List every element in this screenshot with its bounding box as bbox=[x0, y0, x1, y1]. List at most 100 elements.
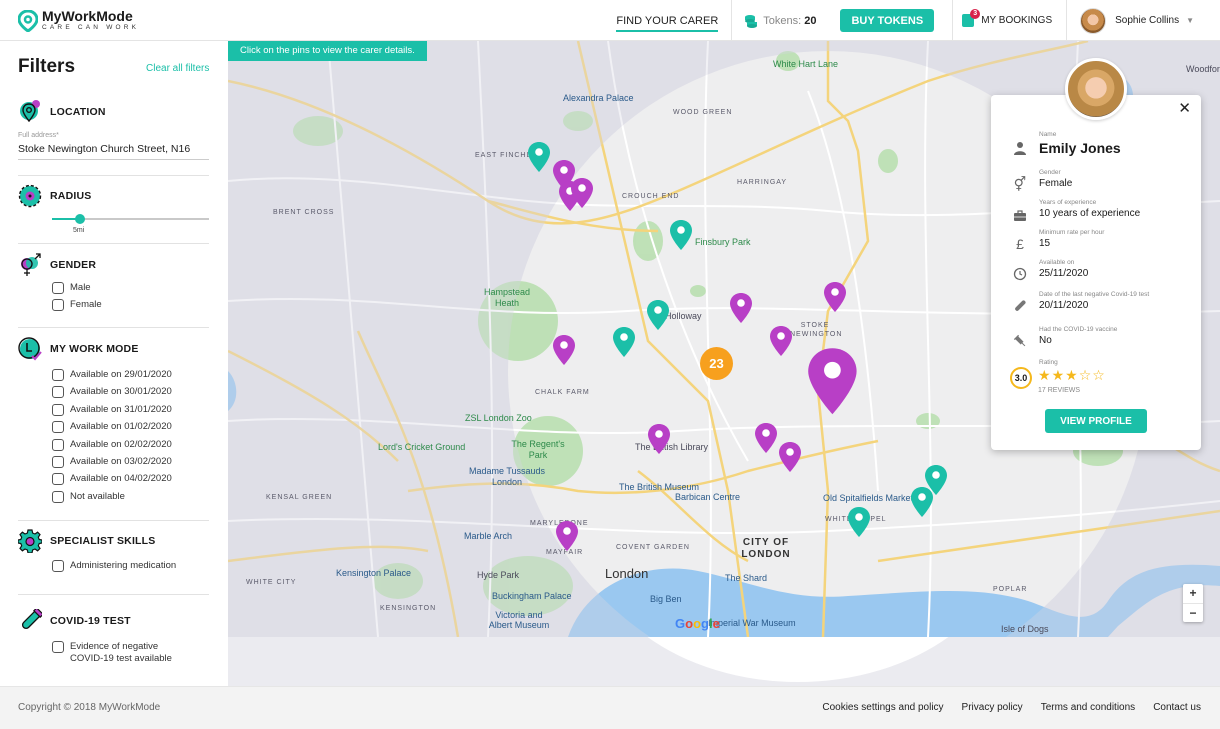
map-label: CROUCH END bbox=[622, 193, 680, 200]
carer-pin-teal[interactable] bbox=[612, 326, 636, 358]
radius-slider[interactable] bbox=[52, 214, 209, 224]
user-avatar bbox=[1080, 7, 1107, 34]
star-filled-icon: ★ bbox=[1051, 367, 1066, 383]
briefcase-icon bbox=[1014, 210, 1026, 221]
carer-pin-purple[interactable] bbox=[823, 281, 847, 313]
divider bbox=[18, 594, 209, 595]
pin-cluster[interactable]: 23 bbox=[700, 347, 733, 380]
gender-title: GENDER bbox=[50, 259, 97, 271]
map-label: Marble Arch bbox=[464, 531, 513, 541]
carer-pin-purple[interactable] bbox=[570, 177, 594, 209]
nav-my-bookings[interactable]: 3 MY BOOKINGS bbox=[953, 9, 1066, 27]
checkbox[interactable] bbox=[52, 282, 64, 294]
map-label: Isle of Dogs bbox=[1001, 624, 1049, 634]
covid-option-negative-test[interactable]: Evidence of negative COVID-19 test availa… bbox=[52, 641, 209, 665]
map-label: London bbox=[605, 566, 649, 581]
user-menu[interactable]: Sophie Collins ▼ bbox=[1067, 7, 1220, 34]
carer-pin-teal[interactable] bbox=[669, 219, 693, 251]
map-label: The British Museum bbox=[619, 482, 700, 492]
carer-pin-purple[interactable] bbox=[729, 292, 753, 324]
work-mode-option[interactable]: Available on 04/02/2020 bbox=[52, 473, 209, 490]
map-hint-banner: Click on the pins to view the carer deta… bbox=[228, 41, 427, 61]
gear-icon bbox=[18, 529, 42, 553]
gender-icon bbox=[21, 253, 41, 276]
carer-pin-teal[interactable] bbox=[646, 299, 670, 331]
checkbox[interactable] bbox=[52, 560, 64, 572]
bookings-badge: 3 bbox=[970, 9, 981, 19]
divider bbox=[18, 520, 209, 521]
logo-pin-icon bbox=[18, 9, 38, 32]
google-logo: Google bbox=[675, 616, 720, 631]
checkbox[interactable] bbox=[52, 421, 64, 434]
checkbox[interactable] bbox=[52, 455, 64, 468]
checkbox[interactable] bbox=[52, 299, 64, 312]
checkbox[interactable] bbox=[52, 403, 64, 416]
map-label: White Hart Lane bbox=[773, 59, 839, 69]
view-profile-button[interactable]: VIEW PROFILE bbox=[1045, 409, 1147, 433]
work-mode-option[interactable]: Available on 31/01/2020 bbox=[52, 403, 209, 421]
user-name: Sophie Collins bbox=[1115, 15, 1180, 26]
gender-option-male[interactable]: Male bbox=[52, 282, 209, 299]
carer-pin-purple[interactable] bbox=[778, 441, 802, 473]
divider bbox=[18, 175, 209, 176]
person-icon bbox=[1014, 142, 1026, 155]
footer-link-cookies[interactable]: Cookies settings and policy bbox=[822, 702, 943, 713]
filters-title: Filters bbox=[18, 56, 76, 77]
footer-link-privacy[interactable]: Privacy policy bbox=[962, 702, 1023, 713]
carer-pin-purple[interactable] bbox=[555, 520, 579, 552]
work-mode-option[interactable]: Available on 02/02/2020 bbox=[52, 438, 209, 456]
test-tube-icon bbox=[1015, 300, 1026, 311]
carer-pin-teal[interactable] bbox=[910, 486, 934, 518]
carer-pin-teal[interactable] bbox=[847, 506, 871, 538]
map-label: Madame Tussauds London bbox=[468, 466, 546, 487]
rating-score: 3.0 bbox=[1010, 367, 1032, 389]
test-tube-icon bbox=[21, 609, 42, 630]
checkbox[interactable] bbox=[52, 641, 64, 653]
checkbox[interactable] bbox=[52, 386, 64, 399]
address-label: Full address* bbox=[18, 132, 59, 139]
work-mode-title: MY WORK MODE bbox=[50, 343, 139, 355]
footer-link-terms[interactable]: Terms and conditions bbox=[1041, 702, 1136, 713]
carer-pin-teal[interactable] bbox=[527, 141, 551, 173]
brand-name: MyWorkMode bbox=[42, 8, 133, 24]
pound-icon: £ bbox=[1016, 236, 1024, 252]
clear-all-filters-link[interactable]: Clear all filters bbox=[146, 63, 209, 74]
nav-find-your-carer[interactable]: FIND YOUR CARER bbox=[603, 0, 731, 41]
work-mode-option[interactable]: Available on 01/02/2020 bbox=[52, 421, 209, 438]
work-mode-option[interactable]: Available on 03/02/2020 bbox=[52, 455, 209, 473]
carer-pin-purple[interactable] bbox=[754, 422, 778, 454]
radius-section: RADIUS 5mi bbox=[18, 184, 209, 234]
checkbox[interactable] bbox=[52, 490, 64, 503]
work-mode-section: MY WORK MODE Available on 29/01/2020 Ava… bbox=[18, 337, 209, 508]
work-mode-option-not-available[interactable]: Not available bbox=[52, 490, 209, 508]
work-mode-option[interactable]: Available on 29/01/2020 bbox=[52, 369, 209, 386]
close-icon[interactable]: ✕ bbox=[1178, 99, 1191, 117]
carer-pin-purple[interactable] bbox=[769, 325, 793, 357]
address-input[interactable] bbox=[18, 141, 209, 160]
checkbox[interactable] bbox=[52, 369, 64, 381]
bookings-label: MY BOOKINGS bbox=[981, 15, 1053, 26]
logo[interactable]: MyWorkMode CARE CAN WORK bbox=[18, 9, 139, 32]
carer-pin-purple[interactable] bbox=[552, 334, 576, 366]
map-label: Kensington Palace bbox=[336, 568, 412, 578]
work-mode-option[interactable]: Available on 30/01/2020 bbox=[52, 386, 209, 403]
tokens-value: 20 bbox=[804, 14, 817, 27]
star-empty-icon: ☆ bbox=[1092, 367, 1106, 383]
buy-tokens-button[interactable]: BUY TOKENS bbox=[840, 9, 935, 32]
checkbox[interactable] bbox=[52, 473, 64, 486]
tokens-label: Tokens: bbox=[763, 14, 802, 27]
map-label: Woodford bbox=[1186, 64, 1220, 74]
zoom-in-button[interactable]: + bbox=[1183, 584, 1203, 603]
gender-option-female[interactable]: Female bbox=[52, 299, 209, 316]
carer-pin-purple[interactable] bbox=[647, 423, 671, 455]
skill-option-administering-medication[interactable]: Administering medication bbox=[52, 560, 209, 577]
zoom-out-button[interactable]: − bbox=[1183, 603, 1203, 622]
map-label: Old Spitalfields Market bbox=[823, 493, 914, 503]
checkbox[interactable] bbox=[52, 438, 64, 451]
map-label: Finsbury Park bbox=[695, 237, 751, 247]
radius-value: 5mi bbox=[73, 227, 85, 234]
slider-handle[interactable] bbox=[75, 214, 86, 224]
map-label: COVENT GARDEN bbox=[616, 544, 690, 551]
footer-link-contact[interactable]: Contact us bbox=[1153, 702, 1201, 713]
carer-pin-purple[interactable] bbox=[806, 346, 859, 416]
